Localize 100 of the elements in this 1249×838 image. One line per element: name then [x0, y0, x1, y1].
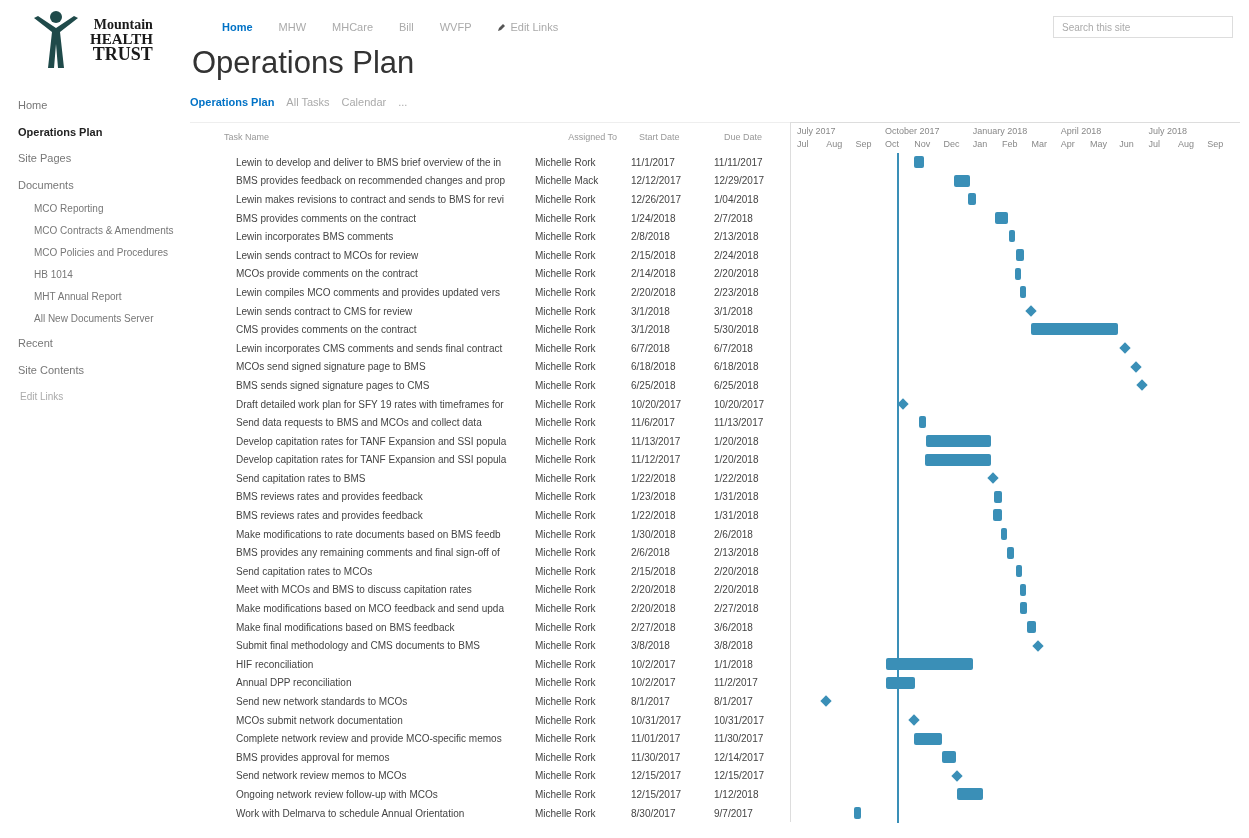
task-name-cell[interactable]: Complete network review and provide MCO-specific memos [190, 731, 535, 747]
table-cell-text: 2/13/2018 [713, 230, 760, 245]
task-bar[interactable] [925, 435, 992, 447]
sidebar-item[interactable]: MHT Annual Report [18, 286, 190, 308]
task-name-cell[interactable]: Draft detailed work plan for SFY 19 rates with timeframes for [190, 396, 535, 412]
task-bar[interactable] [885, 676, 916, 689]
task-name-cell[interactable]: Submit final methodology and CMS documents to BMS [190, 638, 535, 654]
task-bar[interactable] [967, 193, 976, 206]
sidebar-item[interactable]: Site Contents [18, 356, 190, 383]
milestone-marker[interactable] [820, 695, 832, 708]
sidebar-item[interactable]: Recent [18, 330, 190, 357]
task-name-cell[interactable]: Lewin makes revisions to contract and sends to BMS for revi [190, 192, 535, 207]
sidebar-item[interactable]: MCO Contracts & Amendments [18, 220, 190, 242]
table-cell-text: 6/25/2018 [713, 378, 760, 393]
table-cell-text: 3/8/2018 [630, 639, 671, 654]
task-bar[interactable] [914, 156, 924, 168]
task-bar[interactable] [919, 416, 926, 429]
task-name-cell[interactable]: Make modifications based on MCO feedback and send upda [190, 601, 535, 617]
task-bar[interactable] [1000, 528, 1007, 540]
task-bar[interactable] [1020, 602, 1028, 615]
task-bar[interactable] [992, 509, 1002, 522]
task-name-cell[interactable]: BMS provides feedback on recommended changes and prop [190, 173, 535, 189]
table-cell-text: 10/20/2017 [630, 397, 683, 412]
milestone-marker[interactable] [1025, 305, 1038, 317]
logo-text: TRUST [92, 46, 153, 62]
task-bar[interactable] [1020, 583, 1027, 596]
sidebar-item[interactable]: HB 1014 [18, 264, 190, 286]
task-name-cell[interactable]: Send capitation rates to MCOs [190, 563, 535, 579]
task-name-cell[interactable]: Lewin incorporates CMS comments and sends final contract [190, 340, 535, 356]
milestone-marker[interactable] [1032, 639, 1044, 652]
sidebar-item[interactable]: All New Documents Server [18, 308, 190, 330]
milestone-marker[interactable] [1119, 342, 1131, 354]
task-name-cell[interactable]: Make modifications to rate documents based on BMS feedb [190, 526, 535, 542]
task-name-cell[interactable]: Make final modifications based on BMS feedback [190, 619, 535, 635]
task-bar[interactable] [1015, 565, 1022, 578]
task-bar[interactable] [924, 453, 992, 466]
table-cell-text: Michelle Rork [535, 248, 597, 263]
search-field[interactable]: Search this site [1053, 16, 1233, 38]
task-bar[interactable] [1015, 249, 1025, 261]
task-bar[interactable] [942, 751, 956, 764]
table-cell-text: 3/1/2018 [713, 304, 754, 319]
milestone-marker[interactable] [897, 398, 909, 410]
task-name-cell[interactable]: Lewin to develop and deliver to BMS brief overview of the in [190, 154, 535, 170]
table-cell-text: 10/2/2017 [630, 676, 677, 691]
task-name-cell[interactable]: Develop capitation rates for TANF Expansion and SSI popula [190, 452, 535, 468]
task-name-cell[interactable]: Annual DPP reconciliation [190, 675, 535, 691]
milestone-marker[interactable] [1136, 379, 1148, 391]
task-name-cell[interactable]: BMS reviews rates and provides feedback [190, 508, 535, 524]
milestone-marker[interactable] [987, 472, 999, 484]
page-title: Operations Plan [191, 44, 416, 82]
task-name-cell[interactable]: MCOs submit network documentation [190, 712, 535, 728]
task-bar[interactable] [1014, 267, 1021, 280]
task-name-cell[interactable]: Send new network standards to MCOs [190, 694, 535, 709]
task-name-cell[interactable]: Send capitation rates to BMS [190, 470, 535, 486]
task-bar[interactable] [914, 732, 943, 745]
task-name-cell[interactable]: HIF reconciliation [190, 656, 535, 672]
task-name-cell[interactable]: BMS provides any remaining comments and final sign-off of [190, 545, 535, 561]
task-bar[interactable] [956, 788, 984, 801]
task-name-cell[interactable]: Lewin sends contract to MCOs for review [190, 247, 535, 263]
table-cell-text: 1/31/2018 [713, 509, 760, 524]
task-bar[interactable] [1027, 621, 1037, 633]
task-name-cell[interactable]: Meet with MCOs and BMS to discuss capitation rates [190, 582, 535, 598]
task-name-cell[interactable]: Send network review memos to MCOs [190, 768, 535, 784]
table-cell-text: Michelle Rork [535, 360, 597, 375]
sidebar-item[interactable]: Site Pages [18, 145, 190, 172]
task-bar[interactable] [1031, 323, 1118, 336]
task-name-cell[interactable]: Ongoing network review follow-up with MCOs [190, 787, 535, 802]
task-name-cell[interactable]: BMS provides comments on the contract [190, 210, 535, 226]
sidebar-item[interactable]: Home [18, 92, 190, 119]
task-name-cell[interactable]: Send data requests to BMS and MCOs and collect data [190, 415, 535, 431]
task-bar[interactable] [1008, 230, 1015, 243]
task-bar[interactable] [1006, 546, 1014, 559]
task-bar[interactable] [885, 658, 973, 671]
sidebar-item[interactable]: Documents [18, 171, 190, 198]
task-name-cell[interactable]: Work with Delmarva to schedule Annual Orientation [190, 805, 535, 821]
table-cell-text: Michelle Rork [535, 341, 597, 356]
task-name-cell[interactable]: BMS sends signed signature pages to CMS [190, 377, 535, 393]
task-name-cell[interactable]: Develop capitation rates for TANF Expansion and SSI popula [190, 433, 535, 449]
task-name-cell[interactable]: Lewin sends contract to CMS for review [190, 303, 535, 319]
task-bar[interactable] [854, 807, 862, 819]
sidebar-item[interactable]: MCO Reporting [18, 198, 190, 220]
task-name-cell[interactable]: Lewin compiles MCO comments and provides updated vers [190, 284, 535, 300]
milestone-marker[interactable] [908, 714, 920, 726]
milestone-marker[interactable] [951, 770, 963, 782]
task-name-cell[interactable]: BMS provides approval for memos [190, 749, 535, 765]
top-nav-link[interactable]: Home [222, 18, 253, 36]
task-name-cell[interactable]: CMS provides comments on the contract [190, 322, 535, 338]
sidebar-item[interactable]: Operations Plan [18, 118, 190, 145]
task-bar[interactable] [1020, 286, 1027, 299]
task-name-cell[interactable]: MCOs send signed signature page to BMS [190, 359, 535, 375]
task-name-cell[interactable]: BMS reviews rates and provides feedback [190, 489, 535, 505]
sidebar-item[interactable]: MCO Policies and Procedures [18, 242, 190, 264]
task-bar[interactable] [994, 211, 1008, 224]
task-name-cell[interactable]: Lewin incorporates BMS comments [190, 229, 535, 245]
task-bar[interactable] [993, 490, 1002, 503]
table-cell-text: 6/18/2018 [630, 360, 677, 375]
task-bar[interactable] [954, 174, 971, 187]
task-name-cell[interactable]: MCOs provide comments on the contract [190, 266, 535, 282]
table-cell-text: Michelle Rork [535, 806, 597, 821]
view-tab[interactable]: Operations Plan [190, 94, 275, 111]
